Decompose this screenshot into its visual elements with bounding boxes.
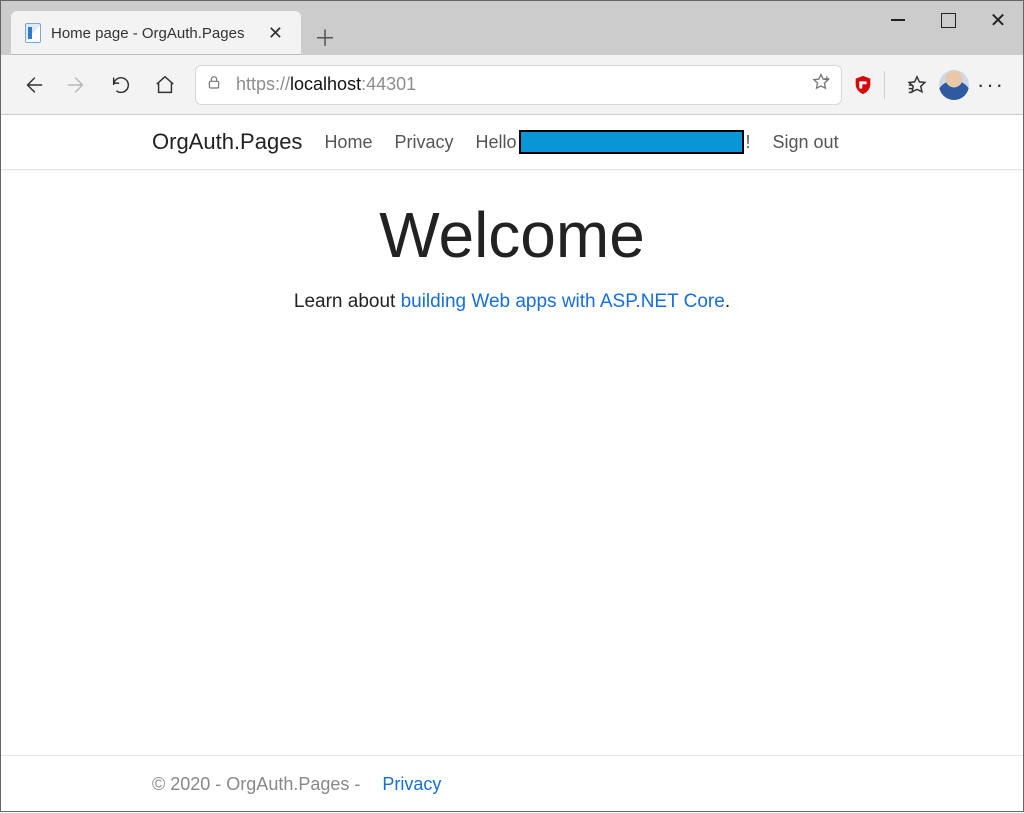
back-icon xyxy=(22,74,44,96)
refresh-button[interactable] xyxy=(99,63,143,107)
browser-more-button[interactable]: ··· xyxy=(977,72,1005,98)
nav-home[interactable]: Home xyxy=(324,132,372,153)
lead-suffix: . xyxy=(725,291,730,312)
footer-text: © 2020 - OrgAuth.Pages - xyxy=(152,774,360,795)
window-close-button[interactable]: ✕ xyxy=(973,2,1023,38)
browser-tab-active[interactable]: Home page - OrgAuth.Pages ✕ xyxy=(11,11,301,55)
browser-titlebar: Home page - OrgAuth.Pages ✕ ＋ ✕ xyxy=(1,1,1023,55)
url-host: localhost xyxy=(290,74,361,94)
tab-title: Home page - OrgAuth.Pages xyxy=(51,25,244,42)
extension-ublock-icon[interactable] xyxy=(852,74,874,96)
favorite-icon[interactable] xyxy=(811,72,831,97)
tab-favicon-icon xyxy=(25,23,41,43)
nav-sign-out[interactable]: Sign out xyxy=(773,132,839,153)
nav-privacy[interactable]: Privacy xyxy=(394,132,453,153)
tab-close-icon[interactable]: ✕ xyxy=(264,23,287,44)
site-header: OrgAuth.Pages Home Privacy Hello ! Sign … xyxy=(1,115,1023,170)
page-heading: Welcome xyxy=(1,198,1023,272)
address-url: https://localhost:44301 xyxy=(236,74,811,95)
lock-icon xyxy=(206,74,222,95)
browser-toolbar: https://localhost:44301 ··· xyxy=(1,55,1023,115)
tab-strip: Home page - OrgAuth.Pages ✕ ＋ xyxy=(1,1,873,55)
home-icon xyxy=(154,74,176,96)
greeting-prefix: Hello xyxy=(475,132,516,153)
greeting-suffix: ! xyxy=(746,132,751,153)
toolbar-separator xyxy=(884,71,885,99)
profile-avatar[interactable] xyxy=(939,70,969,100)
site-main: Welcome Learn about building Web apps wi… xyxy=(1,170,1023,755)
window-controls: ✕ xyxy=(873,1,1023,37)
url-scheme: https:// xyxy=(236,74,290,94)
new-tab-button[interactable]: ＋ xyxy=(307,19,343,55)
address-bar[interactable]: https://localhost:44301 xyxy=(195,65,842,105)
greeting-username-redacted xyxy=(519,130,744,154)
page-viewport: OrgAuth.Pages Home Privacy Hello ! Sign … xyxy=(1,115,1023,813)
url-port: :44301 xyxy=(361,74,416,94)
collections-button[interactable] xyxy=(895,63,939,107)
forward-button xyxy=(55,63,99,107)
collections-icon xyxy=(906,74,928,96)
refresh-icon xyxy=(110,74,132,96)
nav-user-greeting[interactable]: Hello ! xyxy=(475,130,750,154)
forward-icon xyxy=(66,74,88,96)
home-button[interactable] xyxy=(143,63,187,107)
lead-prefix: Learn about xyxy=(294,291,401,312)
window-maximize-button[interactable] xyxy=(923,2,973,38)
footer-privacy-link[interactable]: Privacy xyxy=(382,774,441,795)
back-button[interactable] xyxy=(11,63,55,107)
site-footer: © 2020 - OrgAuth.Pages - Privacy xyxy=(1,755,1023,813)
page-lead: Learn about building Web apps with ASP.N… xyxy=(1,291,1023,313)
window-minimize-button[interactable] xyxy=(873,2,923,38)
lead-link[interactable]: building Web apps with ASP.NET Core xyxy=(401,291,725,312)
site-brand[interactable]: OrgAuth.Pages xyxy=(152,129,302,155)
